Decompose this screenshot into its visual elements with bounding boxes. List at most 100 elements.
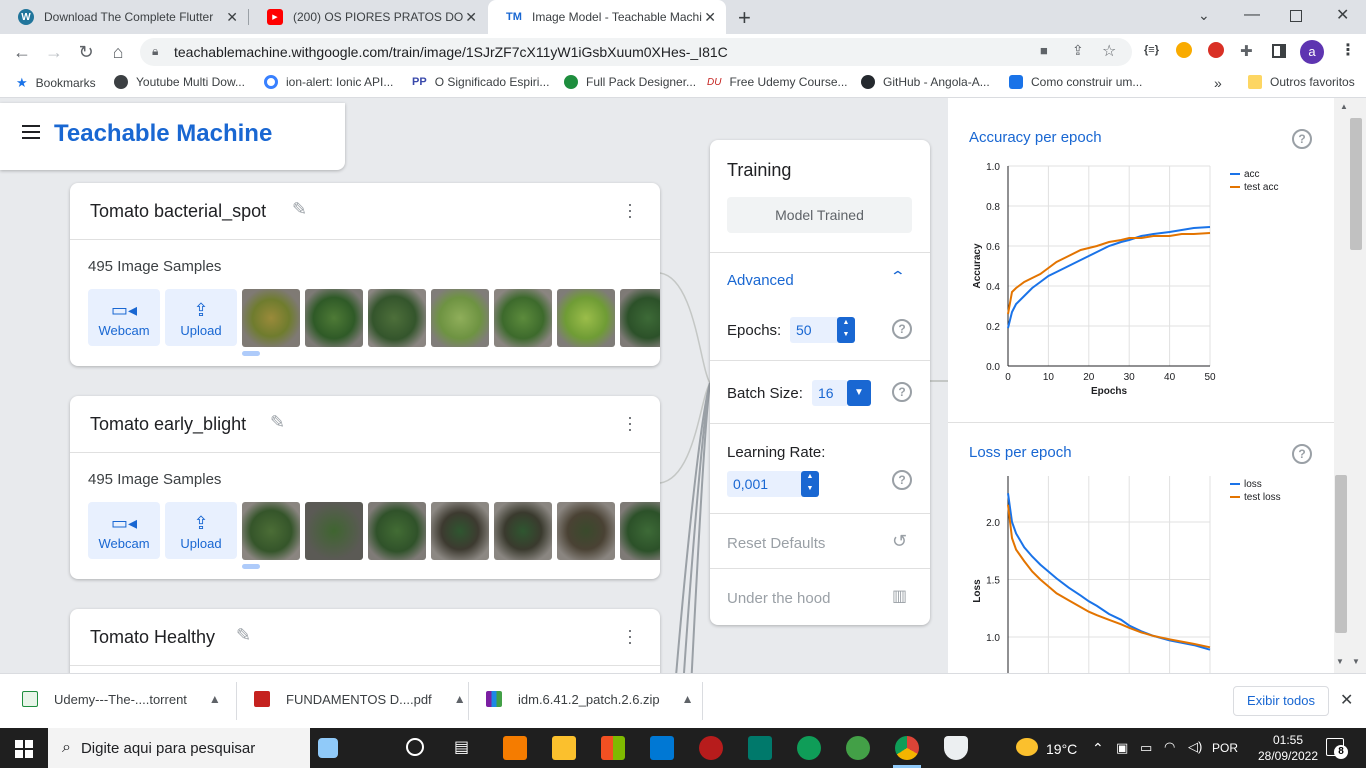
help-icon[interactable]: ?	[892, 382, 912, 402]
download-item[interactable]: Udemy---The-....torrent ▲	[22, 691, 221, 707]
camera-blocked-icon[interactable]: ■	[1040, 43, 1048, 58]
help-icon[interactable]: ?	[1292, 444, 1312, 464]
help-icon[interactable]: ?	[892, 319, 912, 339]
volume-icon[interactable]: ◁)	[1188, 739, 1202, 755]
class-options-icon[interactable]: · · ·	[620, 408, 640, 438]
app-logo-title[interactable]: Teachable Machine	[54, 120, 272, 148]
extension-red-icon[interactable]	[1208, 42, 1224, 58]
url-text[interactable]: teachablemachine.withgoogle.com/train/im…	[174, 44, 728, 60]
bar-chart-icon[interactable]: ▥	[892, 586, 907, 606]
input-language[interactable]: POR	[1212, 741, 1238, 755]
scroll-down-arrow[interactable]: ▼	[1336, 657, 1344, 666]
panel-scrollbar-thumb[interactable]	[1335, 475, 1347, 633]
extension-orange-icon[interactable]	[1176, 42, 1192, 58]
sample-thumbnail[interactable]	[431, 289, 489, 347]
reload-icon[interactable]: ↻	[74, 40, 98, 64]
more-bookmarks-icon[interactable]: »	[1214, 75, 1222, 91]
class-name[interactable]: Tomato early_blight	[90, 414, 246, 435]
clock-time[interactable]: 01:55	[1261, 733, 1315, 747]
close-tab-icon[interactable]: ✕	[704, 9, 716, 26]
minimize-icon[interactable]: —	[1244, 6, 1260, 24]
download-item[interactable]: idm.6.41.2_patch.2.6.zip ▲	[486, 691, 694, 707]
lock-icon[interactable]: 🔒︎	[152, 44, 158, 59]
extension-json-icon[interactable]: {≡}	[1144, 44, 1159, 56]
chrome-icon[interactable]	[895, 736, 919, 760]
sample-thumbnail[interactable]	[242, 502, 300, 560]
bookmark-item[interactable]: Full Pack Designer...	[564, 75, 696, 89]
history-icon[interactable]: ↺	[892, 531, 907, 552]
tab-search-icon[interactable]: ⌄	[1198, 7, 1210, 24]
close-downloads-icon[interactable]: ✕	[1340, 690, 1353, 710]
class-options-icon[interactable]: · · ·	[620, 195, 640, 225]
thumbnail-scroll-indicator[interactable]	[242, 564, 260, 569]
chevron-up-icon[interactable]: ▲	[682, 692, 694, 706]
webcam-button[interactable]: ▭◂ Webcam	[88, 502, 160, 559]
help-icon[interactable]: ?	[1292, 129, 1312, 149]
download-item[interactable]: FUNDAMENTOS D....pdf ▲	[254, 691, 466, 707]
sample-thumbnail[interactable]	[494, 289, 552, 347]
upload-button[interactable]: ⇪ Upload	[165, 502, 237, 559]
tray-app-icon[interactable]: ▣	[1116, 740, 1128, 756]
scrollbar-thumb[interactable]	[1350, 118, 1362, 250]
class-name[interactable]: Tomato bacterial_spot	[90, 201, 266, 222]
under-the-hood-button[interactable]: Under the hood	[727, 590, 830, 607]
windows-start-icon[interactable]	[15, 740, 33, 758]
learning-rate-stepper[interactable]: ▲ ▼	[801, 471, 819, 497]
class-options-icon[interactable]: · · ·	[620, 621, 640, 651]
tray-overflow-icon[interactable]: ⌃	[1092, 740, 1104, 757]
notification-count-badge[interactable]: 8	[1334, 745, 1348, 759]
epochs-stepper[interactable]: ▲ ▼	[837, 317, 855, 343]
browser-tab-2[interactable]: ▶ (200) OS PIORES PRATOS DO MA ✕	[249, 0, 487, 34]
browser-menu-icon[interactable]: ⋮	[1340, 40, 1356, 60]
bookmark-item[interactable]: PP O Significado Espiri...	[412, 75, 549, 89]
bookmark-star-icon[interactable]: ☆	[1102, 41, 1116, 61]
profile-avatar[interactable]: a	[1300, 40, 1324, 64]
extensions-puzzle-icon[interactable]: ✚	[1240, 42, 1253, 60]
hamburger-menu-icon[interactable]	[22, 125, 42, 141]
sample-thumbnail[interactable]	[368, 502, 426, 560]
advanced-toggle[interactable]: Advanced	[727, 272, 794, 289]
show-all-downloads-button[interactable]: Exibir todos	[1233, 686, 1329, 716]
browser-tab-1[interactable]: W Download The Complete Flutter D ✕	[0, 0, 248, 34]
batch-size-select[interactable]: 16	[812, 380, 848, 406]
back-icon[interactable]: ←	[10, 40, 34, 64]
forward-icon[interactable]: →	[42, 40, 66, 64]
sample-thumbnail[interactable]	[431, 502, 489, 560]
code-editor-icon[interactable]	[748, 736, 772, 760]
share-icon[interactable]: ⇪	[1072, 42, 1084, 59]
other-bookmarks-folder[interactable]: Outros favoritos	[1248, 75, 1355, 89]
weather-temperature[interactable]: 19°C	[1046, 741, 1077, 757]
close-tab-icon[interactable]: ✕	[226, 9, 238, 26]
scroll-up-arrow[interactable]: ▲	[1340, 102, 1348, 111]
address-bar[interactable]: 🔒︎ teachablemachine.withgoogle.com/train…	[140, 38, 1132, 66]
close-tab-icon[interactable]: ✕	[465, 9, 477, 26]
bookmark-item[interactable]: DU Free Udemy Course...	[707, 75, 848, 89]
sample-thumbnail[interactable]	[620, 502, 660, 560]
cortana-icon[interactable]	[406, 738, 424, 756]
restore-icon[interactable]	[1290, 10, 1302, 22]
chevron-up-icon[interactable]: ▲	[454, 692, 466, 706]
bookmark-item[interactable]: Como construir um...	[1009, 75, 1142, 89]
clock-date[interactable]: 28/09/2022	[1253, 749, 1323, 763]
webcam-button[interactable]: ▭◂ Webcam	[88, 289, 160, 346]
chevron-up-icon[interactable]: ⌃	[890, 268, 906, 285]
battery-icon[interactable]: ▭	[1140, 740, 1152, 756]
browser-tab-active[interactable]: TM Image Model - Teachable Machin ✕	[488, 0, 726, 34]
utorrent-icon[interactable]	[846, 736, 870, 760]
bookmark-item[interactable]: ion-alert: Ionic API...	[264, 75, 393, 89]
edit-pencil-icon[interactable]: ✎	[292, 199, 307, 220]
sample-thumbnail[interactable]	[305, 289, 363, 347]
sample-thumbnail[interactable]	[620, 289, 660, 347]
dropdown-arrow-icon[interactable]: ▼	[847, 380, 871, 406]
edit-pencil-icon[interactable]: ✎	[270, 412, 285, 433]
sample-thumbnail[interactable]	[494, 502, 552, 560]
scroll-down-arrow[interactable]: ▼	[1352, 657, 1360, 666]
home-icon[interactable]: ⌂	[106, 40, 130, 64]
file-explorer-icon[interactable]	[552, 736, 576, 760]
mail-icon[interactable]	[650, 736, 674, 760]
sample-thumbnail[interactable]	[557, 502, 615, 560]
sample-thumbnail[interactable]	[242, 289, 300, 347]
new-tab-icon[interactable]: +	[738, 5, 751, 31]
edge-browser-icon[interactable]	[797, 736, 821, 760]
epochs-input[interactable]: 50	[790, 317, 840, 343]
